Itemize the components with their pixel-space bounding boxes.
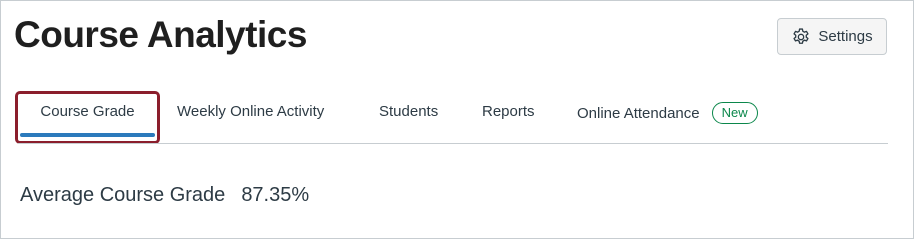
settings-label: Settings — [818, 28, 873, 45]
new-badge: New — [711, 102, 758, 124]
settings-button[interactable]: Settings — [777, 18, 887, 55]
tab-label: Online Attendance — [577, 104, 700, 122]
gear-icon — [791, 27, 811, 47]
average-grade-label: Average Course Grade — [20, 184, 226, 206]
tab-reports[interactable]: Reports — [482, 99, 535, 123]
average-course-grade: Average Course Grade 87.35% — [20, 184, 309, 207]
analytics-tabs: Course Grade Weekly Online Activity Stud… — [15, 89, 888, 144]
active-tab-indicator — [20, 133, 155, 137]
page-title: Course Analytics — [14, 14, 307, 55]
average-grade-value: 87.35% — [241, 184, 310, 206]
tab-students[interactable]: Students — [379, 99, 438, 123]
tab-label: Course Grade — [40, 103, 135, 120]
tab-label: Students — [379, 102, 439, 120]
tab-weekly-online-activity[interactable]: Weekly Online Activity — [177, 99, 324, 123]
tab-label: Weekly Online Activity — [177, 102, 325, 120]
tab-online-attendance[interactable]: Online Attendance New — [577, 101, 758, 125]
tab-label: Reports — [482, 102, 535, 120]
tab-course-grade[interactable]: Course Grade — [15, 91, 160, 144]
analytics-panel: Course Analytics Settings Course Grade W… — [0, 0, 914, 239]
tabs-divider — [18, 143, 888, 144]
